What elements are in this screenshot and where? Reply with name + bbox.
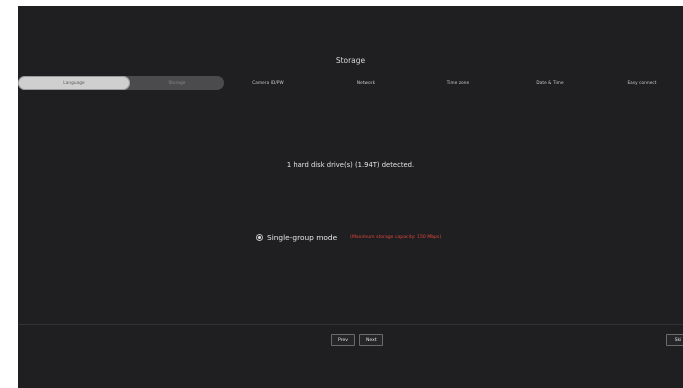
step-camera-id-pw[interactable]: Camera ID/PW [238,76,298,90]
single-group-mode-option[interactable]: Single-group mode (Maximum storage capac… [256,230,441,244]
page-title: Storage [335,56,366,65]
mode-capacity-note: (Maximum storage capacity: 150 Mbps) [350,234,442,240]
next-button[interactable]: Next [359,334,383,346]
step-storage[interactable]: Storage [130,76,224,90]
step-network[interactable]: Network [336,76,396,90]
setup-wizard-screen: Storage Language Storage Camera ID/PW Ne… [18,6,683,388]
mode-label: Single-group mode [267,232,338,242]
skip-button[interactable]: Ski [666,334,683,346]
radio-selected-icon[interactable] [256,233,263,241]
prev-button[interactable]: Prev [331,334,355,346]
step-easy-connect[interactable]: Easy connect [612,76,672,90]
footer-divider [18,324,683,325]
step-date-time[interactable]: Date & Time [520,76,580,90]
step-time-zone[interactable]: Time zone [428,76,488,90]
step-language[interactable]: Language [18,76,130,90]
wizard-steps: Language Storage Camera ID/PW Network Ti… [18,76,683,91]
disk-detected-message: 1 hard disk drive(s) (1.94T) detected. [286,161,415,169]
